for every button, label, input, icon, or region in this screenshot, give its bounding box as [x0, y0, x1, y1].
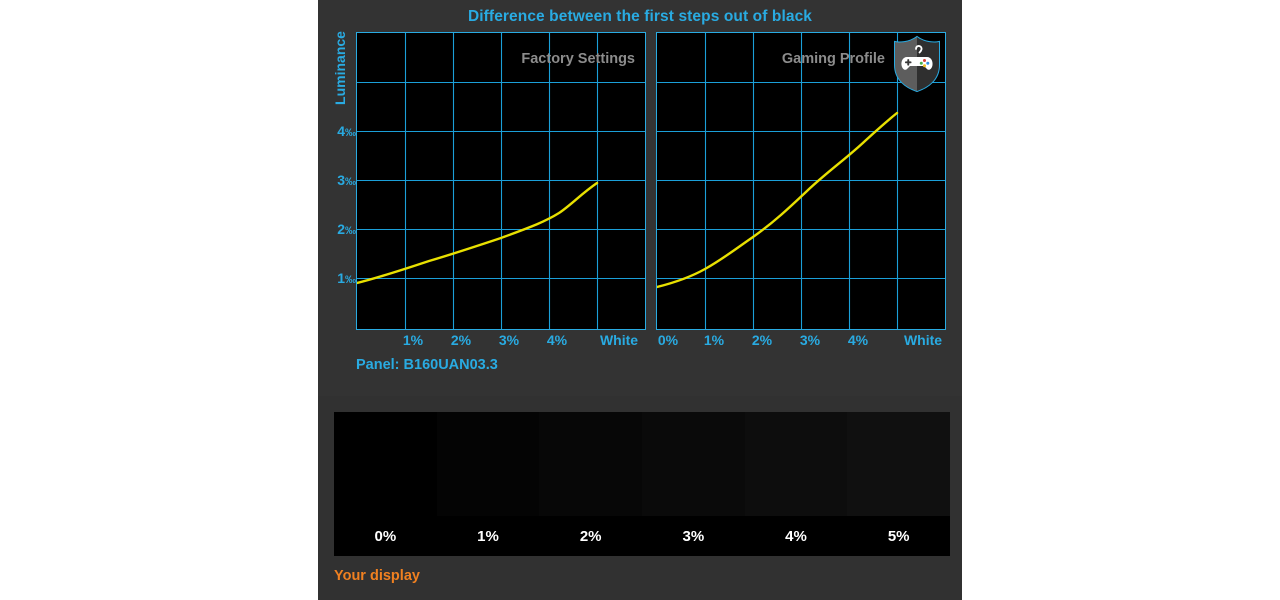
x-tick-right-5: White — [903, 332, 943, 348]
x-axis-ticks-right: 0% 1% 2% 3% 4% White — [656, 332, 946, 352]
x-tick-left-4: White — [599, 332, 639, 348]
gradient-band-2 — [539, 412, 643, 516]
band-label-0: 0% — [374, 527, 397, 545]
x-tick-right-1: 1% — [703, 332, 725, 348]
screenshot-root: Difference between the first steps out o… — [0, 0, 1280, 600]
chart-curve-left — [357, 181, 599, 285]
x-tick-left-1: 2% — [450, 332, 472, 348]
y-axis-ticks: 1‰ 2‰ 3‰ 4‰ — [318, 30, 356, 330]
y-tick-4: 4‰ — [337, 123, 356, 139]
page-title: Difference between the first steps out o… — [467, 8, 813, 25]
y-tick-1: 1‰ — [337, 270, 356, 286]
gradient-band-1 — [436, 412, 540, 516]
band-label-1: 1% — [477, 527, 499, 545]
chart-gaming-profile[interactable]: Gaming Profile — [656, 32, 946, 330]
gradient-band-5 — [847, 412, 951, 516]
gradient-band-0 — [334, 412, 437, 516]
x-tick-right-0: 0% — [657, 332, 679, 348]
band-label-3: 3% — [682, 527, 705, 545]
x-tick-left-2: 3% — [498, 332, 520, 348]
panel-model-label: Panel: B160UAN03.3 — [356, 357, 498, 373]
chart-factory-settings[interactable]: Factory Settings — [356, 32, 646, 330]
band-label-5: 5% — [887, 527, 910, 545]
chart-label-gaming: Gaming Profile — [781, 51, 885, 67]
y-tick-3: 3‰ — [337, 172, 356, 188]
y-tick-2: 2‰ — [337, 221, 356, 237]
x-tick-left-0: 1% — [402, 332, 424, 348]
x-tick-right-2: 2% — [751, 332, 773, 348]
x-tick-left-3: 4% — [546, 332, 568, 348]
gradient-strip: 0% 1% 2% 3% 4% 5% — [334, 412, 951, 556]
x-tick-right-4: 4% — [847, 332, 869, 348]
charts-block: Luminance 1‰ 2‰ 3‰ 4‰ Factory Settings G… — [318, 30, 962, 395]
band-label-4: 4% — [785, 527, 807, 545]
your-display-label: Your display — [334, 568, 420, 584]
gradient-bands — [334, 412, 951, 516]
gamepad-shield-icon — [891, 35, 943, 93]
gradient-band-3 — [642, 412, 745, 516]
content-panel: Difference between the first steps out o… — [318, 0, 962, 600]
x-axis-ticks-left: 1% 2% 3% 4% White — [356, 332, 646, 352]
gradient-band-labels: 0% 1% 2% 3% 4% 5% — [334, 516, 950, 556]
gradient-strip-area: 0% 1% 2% 3% 4% 5% Your display — [318, 396, 962, 600]
band-label-2: 2% — [579, 527, 602, 545]
gradient-band-4 — [744, 412, 848, 516]
x-tick-right-3: 3% — [799, 332, 821, 348]
chart-label-factory: Factory Settings — [521, 51, 635, 67]
